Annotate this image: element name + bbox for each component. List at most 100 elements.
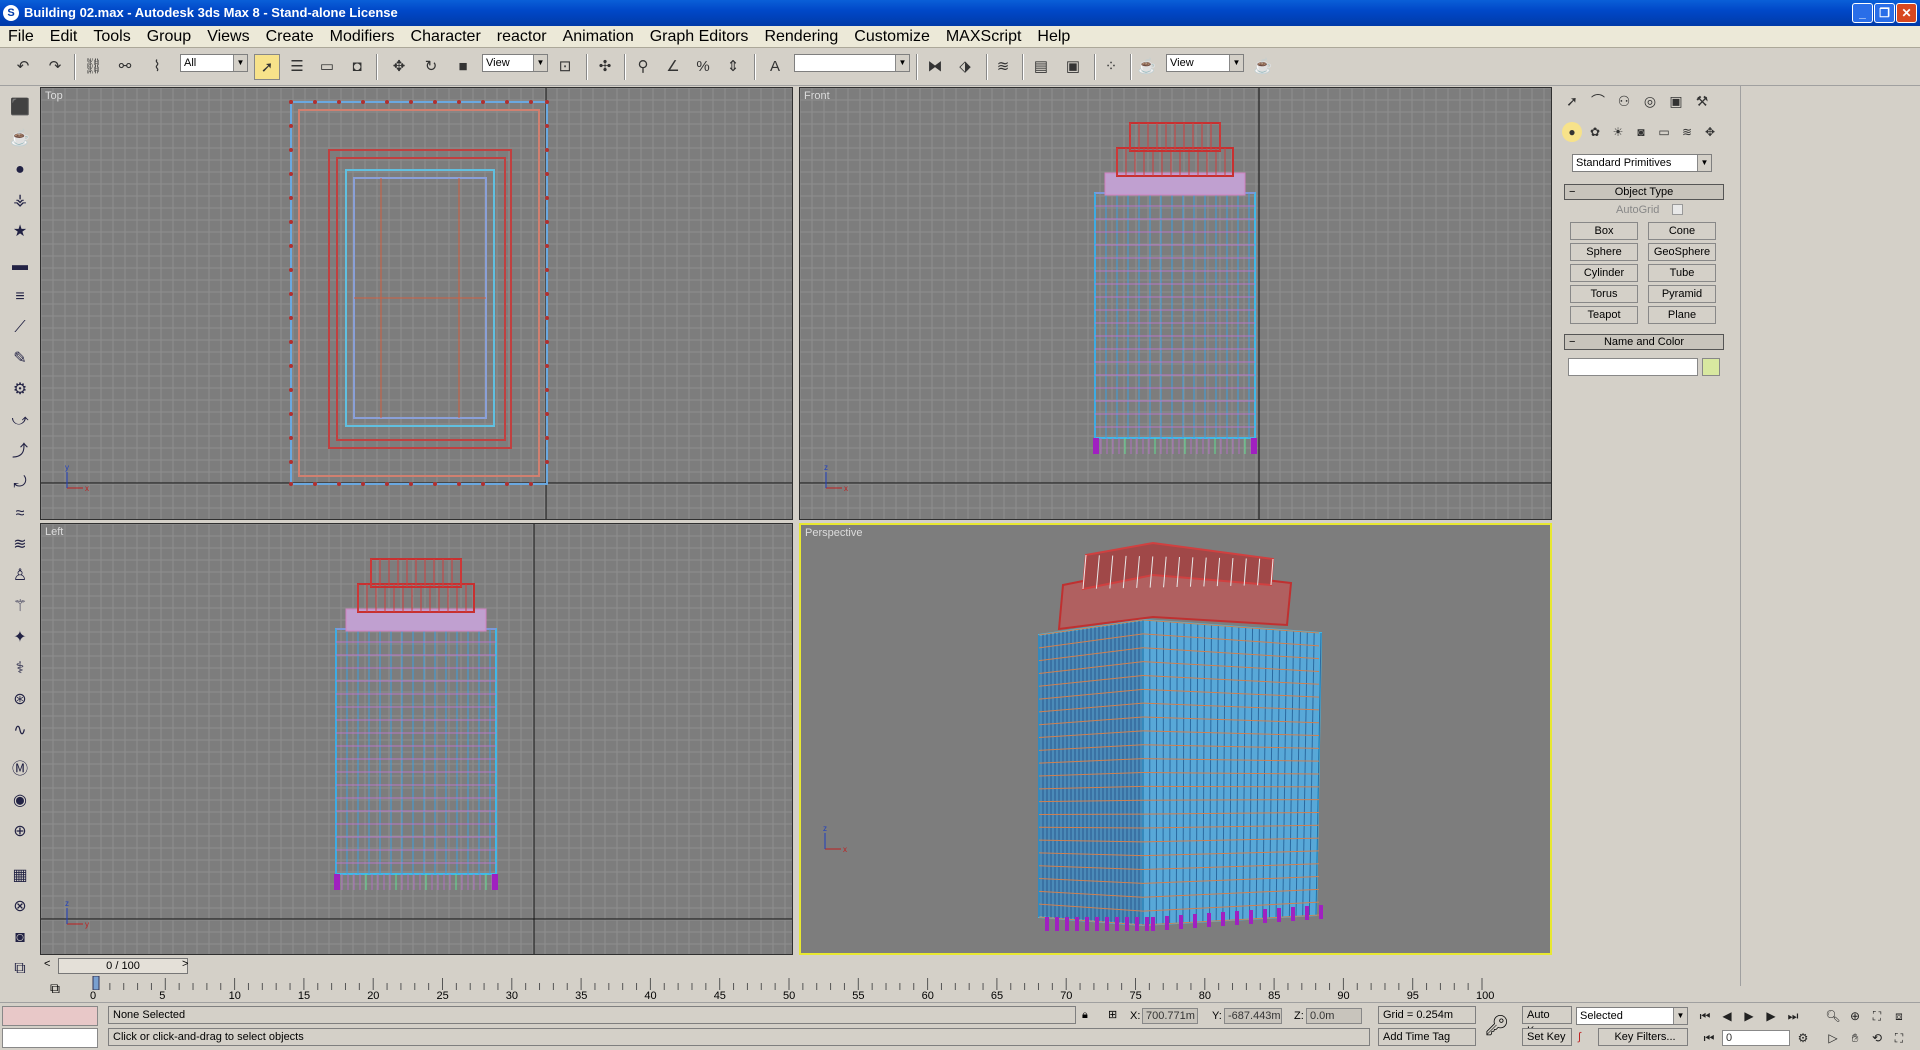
previous-frame-icon[interactable]: ◀	[1718, 1007, 1736, 1025]
spinner-snap-icon[interactable]: ⇕	[720, 54, 746, 80]
menu-edit[interactable]: Edit	[42, 26, 86, 48]
close-button[interactable]: ✕	[1896, 3, 1917, 23]
ik-icon[interactable]: ⚕	[8, 657, 32, 681]
time-slider-left-arrow[interactable]: <	[44, 958, 50, 970]
edit-named-selection-icon[interactable]: A	[762, 54, 788, 80]
key-filters-button[interactable]: Key Filters...	[1598, 1028, 1688, 1046]
redo-icon[interactable]: ↷	[42, 54, 68, 80]
geosphere-button[interactable]: GeoSphere	[1648, 243, 1716, 261]
key-mode-dropdown[interactable]: Selected ▼	[1576, 1007, 1688, 1025]
tape-icon[interactable]: ✎	[8, 347, 32, 371]
viewport-label-perspective[interactable]: Perspective	[805, 527, 862, 539]
layer-manager-icon[interactable]: ≋	[990, 54, 1016, 80]
zoom-all-icon[interactable]: ⊕	[1846, 1007, 1864, 1025]
create-box-icon[interactable]: ⬛	[8, 96, 32, 120]
bend-modifier-icon[interactable]: ⤻	[8, 409, 32, 433]
time-slider[interactable]: < 0 / 100 >	[40, 956, 1555, 976]
rope-icon[interactable]: ∿	[8, 719, 32, 743]
sphere-button[interactable]: Sphere	[1570, 243, 1638, 261]
set-key-button[interactable]: Set Key	[1522, 1028, 1572, 1046]
ruler-icon[interactable]: ⟋	[8, 316, 32, 340]
render-type-dropdown[interactable]: View ▼	[1166, 54, 1244, 72]
pan-icon[interactable]: ✋︎	[1846, 1029, 1864, 1047]
hierarchy-tab-icon[interactable]: ⚇	[1612, 90, 1636, 112]
cone-button[interactable]: Cone	[1648, 222, 1716, 240]
teapot-button[interactable]: Teapot	[1570, 306, 1638, 324]
rectangular-selection-icon[interactable]: ▭	[314, 54, 340, 80]
menu-animation[interactable]: Animation	[555, 26, 642, 48]
select-object-icon[interactable]: ➚	[254, 54, 280, 80]
lights-icon[interactable]: ☀	[1608, 122, 1628, 142]
select-and-link-icon[interactable]: ⛓	[80, 54, 106, 80]
undo-icon[interactable]: ↶	[10, 54, 36, 80]
add-time-tag-button[interactable]: Add Time Tag	[1378, 1028, 1476, 1046]
menu-customize[interactable]: Customize	[846, 26, 938, 48]
angle-snap-icon[interactable]: ∠	[660, 54, 686, 80]
taper-modifier-icon[interactable]: ⤴	[8, 440, 32, 464]
go-to-end-icon[interactable]: ⏭	[1784, 1007, 1802, 1025]
menu-graph-editors[interactable]: Graph Editors	[642, 26, 757, 48]
create-teapot-icon[interactable]: ☕	[8, 127, 32, 151]
environment-icon[interactable]: ⊗	[8, 895, 32, 919]
viewport-top[interactable]: x y Top	[40, 87, 793, 520]
zoom-icon[interactable]: 🔍︎	[1824, 1007, 1842, 1025]
unlink-icon[interactable]: ⚯	[112, 54, 138, 80]
z-coordinate-field[interactable]: 0.0m	[1306, 1008, 1362, 1024]
maximize-viewport-icon[interactable]: ⛶	[1890, 1029, 1908, 1047]
zoom-extents-icon[interactable]: ⛶	[1868, 1007, 1886, 1025]
field-of-view-icon[interactable]: ▷	[1824, 1029, 1842, 1047]
wave-modifier-icon[interactable]: ≈	[8, 502, 32, 526]
camera-icon[interactable]: ◙	[8, 926, 32, 950]
go-to-start-icon[interactable]: ⏮	[1696, 1007, 1714, 1025]
reference-coordinate-dropdown[interactable]: View ▼	[482, 54, 548, 72]
maxscript-listener-pink[interactable]	[2, 1006, 98, 1026]
named-selection-sets-dropdown[interactable]: ▼	[794, 54, 910, 72]
set-key-icon[interactable]: 🔑︎	[1484, 1013, 1509, 1038]
menu-file[interactable]: File	[0, 26, 42, 48]
maxscript-listener-white[interactable]	[2, 1028, 98, 1048]
viewport-label-left[interactable]: Left	[45, 526, 63, 538]
menu-maxscript[interactable]: MAXScript	[938, 26, 1030, 48]
track-bar[interactable]: ⧉ 0 5 10 15 20 25 30 35 40 45 50 55 60 65 70 75 80 85 90 95…	[40, 976, 1555, 1002]
character-icon[interactable]: ♙	[8, 564, 32, 588]
y-coordinate-field[interactable]: -687.443m	[1224, 1008, 1282, 1024]
time-slider-thumb[interactable]: 0 / 100	[58, 958, 188, 974]
play-icon[interactable]: ▶	[1740, 1007, 1758, 1025]
menu-help[interactable]: Help	[1029, 26, 1078, 48]
cameras-icon[interactable]: ◙	[1631, 122, 1651, 142]
schematic-view-icon[interactable]: ▣	[1060, 54, 1086, 80]
pyramid-button[interactable]: Pyramid	[1648, 285, 1716, 303]
primitive-category-dropdown[interactable]: Standard Primitives ▼	[1572, 154, 1712, 172]
quick-render-icon[interactable]: ☕	[1250, 54, 1276, 80]
display-tab-icon[interactable]: ▣	[1664, 90, 1688, 112]
modify-tab-icon[interactable]: ⌒	[1586, 90, 1610, 112]
noise-modifier-icon[interactable]: ≋	[8, 533, 32, 557]
snaps-toggle-icon[interactable]: ⚲	[630, 54, 656, 80]
menu-tools[interactable]: Tools	[85, 26, 138, 48]
next-frame-icon[interactable]: ▶	[1762, 1007, 1780, 1025]
viewport-label-top[interactable]: Top	[45, 90, 63, 102]
move-icon[interactable]: ✥	[386, 54, 412, 80]
absolute-mode-icon[interactable]: ⊞	[1108, 1007, 1117, 1023]
space-warps-icon[interactable]: ≋	[1677, 122, 1697, 142]
curve-editor-icon[interactable]: ▤	[1028, 54, 1054, 80]
viewport-label-front[interactable]: Front	[804, 90, 830, 102]
time-slider-right-arrow[interactable]: >	[182, 958, 188, 970]
selection-filter-dropdown[interactable]: All ▼	[180, 54, 248, 72]
plane-button[interactable]: Plane	[1648, 306, 1716, 324]
menu-modifiers[interactable]: Modifiers	[322, 26, 403, 48]
render-scene-icon[interactable]: ☕	[1134, 54, 1160, 80]
modifier-tool-icon[interactable]: ▬	[8, 254, 32, 278]
box-button[interactable]: Box	[1570, 222, 1638, 240]
lock-selection-icon[interactable]: 🔒︎	[1082, 1007, 1088, 1023]
window-crossing-icon[interactable]: ◘	[344, 54, 370, 80]
shapes-icon[interactable]: ✿	[1585, 122, 1605, 142]
percent-snap-icon[interactable]: %	[690, 54, 716, 80]
pivot-center-icon[interactable]: ⊡	[552, 54, 578, 80]
create-star-icon[interactable]: ★	[8, 220, 32, 244]
clip-icon[interactable]: ⧉	[8, 957, 32, 981]
settings-gear-icon[interactable]: ⚙	[8, 378, 32, 402]
max-icon[interactable]: Ⓜ	[8, 758, 32, 782]
stack-icon[interactable]: ≡	[8, 285, 32, 309]
zoom-extents-all-icon[interactable]: ⧈	[1890, 1007, 1908, 1025]
